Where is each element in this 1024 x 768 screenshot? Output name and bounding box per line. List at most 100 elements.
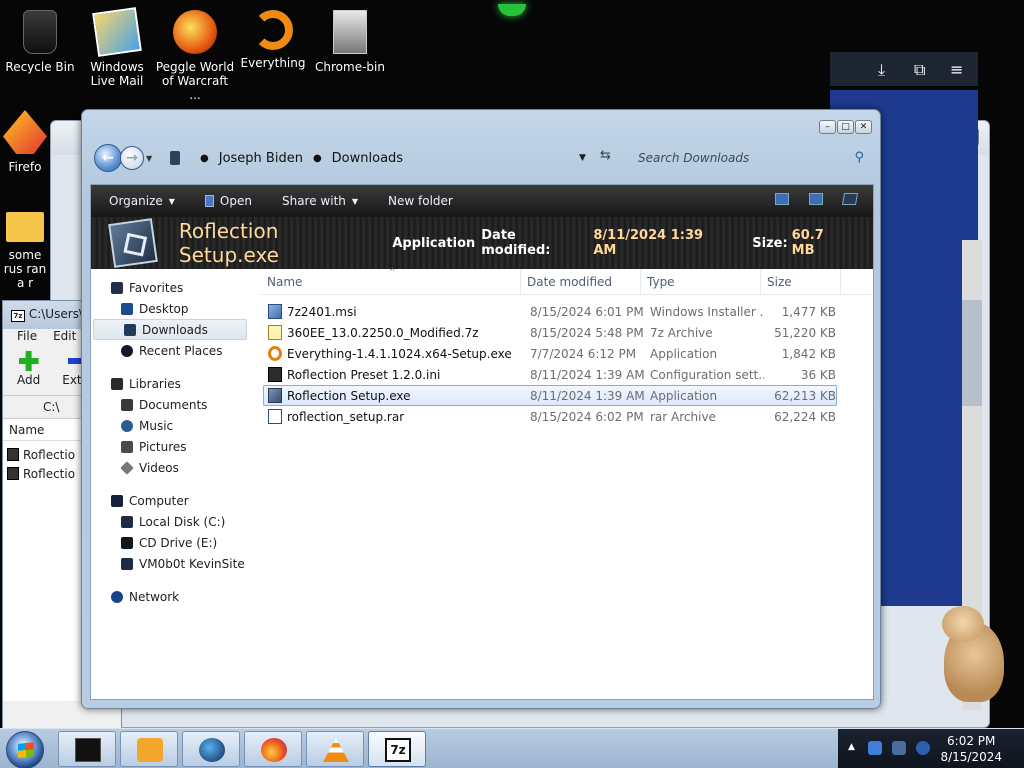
desktop-icon-peggle[interactable]: Peggle World of Warcraft ... xyxy=(155,4,235,102)
explorer-window[interactable]: – □ ✕ ← → ▼ ● Joseph Biden ● Downloads ▼… xyxy=(81,109,881,709)
nav-cd-drive[interactable]: CD Drive (E:) xyxy=(91,532,261,553)
desktop-icon-firefox[interactable]: Firefo xyxy=(0,104,50,174)
menu-edit[interactable]: Edit xyxy=(53,329,76,347)
taskbar-item-terminal[interactable] xyxy=(58,731,116,767)
cd-drive-icon xyxy=(121,536,133,549)
peggle-icon xyxy=(173,10,217,54)
downloads-icon xyxy=(124,323,136,336)
organize-button[interactable]: Organize ▼ xyxy=(109,194,175,208)
clock[interactable]: 6:02 PM 8/15/2024 xyxy=(940,733,1002,765)
desktop-icon-windows-live-mail[interactable]: Windows Live Mail xyxy=(77,4,157,88)
browser-scroll-thumb[interactable] xyxy=(962,300,982,406)
nav-favorites[interactable]: Favorites xyxy=(91,277,261,298)
close-button[interactable]: ✕ xyxy=(855,120,872,134)
nav-pictures[interactable]: Pictures xyxy=(91,436,261,457)
mail-icon xyxy=(92,7,142,57)
nav-documents[interactable]: Documents xyxy=(91,394,261,415)
media-player-icon xyxy=(137,738,163,762)
details-size-value: 60.7 MB xyxy=(791,228,824,258)
recent-pages-dropdown[interactable]: ▼ xyxy=(146,154,156,163)
nav-libraries[interactable]: Libraries xyxy=(91,373,261,394)
nav-music[interactable]: Music xyxy=(91,415,261,436)
nav-network-drive[interactable]: VM0b0t KevinSite xyxy=(91,553,261,574)
column-headers: ^ Name Date modified Type Size xyxy=(261,267,873,295)
nav-local-disk[interactable]: Local Disk (C:) xyxy=(91,511,261,532)
archive-file-icon xyxy=(268,325,282,340)
desktop-icon-folder[interactable]: some rus ran a r xyxy=(0,206,50,290)
taskbar-item-browser[interactable] xyxy=(182,731,240,767)
explorer-window-controls: – □ ✕ xyxy=(819,120,872,134)
navigation-buttons: ← → ▼ xyxy=(94,144,156,172)
wallpaper-glow xyxy=(498,4,526,16)
taskbar-item-firefox[interactable] xyxy=(244,731,302,767)
explorer-body: Organize ▼ Open Share with ▼ New folder xyxy=(90,184,874,700)
menu-file[interactable]: File xyxy=(17,329,37,347)
breadcrumb-downloads[interactable]: Downloads xyxy=(332,151,403,166)
nav-computer[interactable]: Computer xyxy=(91,490,261,511)
navigation-pane: Favorites Desktop Downloads Recent Place… xyxy=(91,269,261,699)
address-dropdown[interactable]: ▼ xyxy=(579,153,586,163)
tray-app-icon[interactable] xyxy=(868,741,882,755)
table-row[interactable]: roflection_setup.rar 8/15/2024 6:02 PM r… xyxy=(263,406,837,427)
back-button[interactable]: ← xyxy=(94,144,122,172)
desktop-icon-recycle-bin[interactable]: Recycle Bin xyxy=(0,4,80,74)
nav-videos[interactable]: Videos xyxy=(91,457,261,478)
chevron-up-icon[interactable]: ▲ xyxy=(848,742,855,752)
new-folder-button[interactable]: New folder xyxy=(388,194,453,208)
download-icon[interactable]: ⤓ xyxy=(878,60,885,80)
breadcrumb-user[interactable]: Joseph Biden xyxy=(219,151,303,166)
sevenzip-title: C:\Users\ xyxy=(28,307,83,321)
forward-button[interactable]: → xyxy=(120,146,144,170)
chevron-right-icon[interactable]: ● xyxy=(200,153,209,164)
table-row[interactable]: Roflection Preset 1.2.0.ini 8/11/2024 1:… xyxy=(263,364,837,385)
table-row[interactable]: 7z2401.msi 8/15/2024 6:01 PM Windows Ins… xyxy=(263,301,837,322)
taskbar-item-media-player[interactable] xyxy=(120,731,178,767)
volume-icon[interactable] xyxy=(916,741,930,755)
details-file-name: Roflection Setup.exe xyxy=(178,219,279,267)
chevron-down-icon: ▼ xyxy=(168,196,175,206)
open-button[interactable]: Open xyxy=(204,194,252,208)
start-button[interactable] xyxy=(6,731,44,768)
hamster-head xyxy=(942,606,984,642)
extensions-icon[interactable]: ⧉ xyxy=(914,60,925,80)
search-input[interactable]: Search Downloads ⚲ xyxy=(630,146,870,170)
address-bar[interactable]: ● Joseph Biden ● Downloads xyxy=(164,146,620,170)
help-icon[interactable] xyxy=(841,193,859,205)
column-type[interactable]: Type xyxy=(641,268,761,295)
column-size[interactable]: Size xyxy=(761,268,841,295)
share-with-button[interactable]: Share with ▼ xyxy=(282,194,358,208)
videos-icon xyxy=(120,460,134,475)
desktop-icon-label: some rus ran a r xyxy=(3,248,47,290)
chevron-down-icon: ▼ xyxy=(351,196,359,206)
details-file-type: Application xyxy=(392,235,476,251)
music-icon xyxy=(121,419,133,432)
search-icon[interactable]: ⚲ xyxy=(854,150,864,165)
column-date-modified[interactable]: Date modified xyxy=(521,268,641,295)
add-button[interactable]: Add xyxy=(17,351,40,395)
table-row[interactable]: 360EE_13.0.2250.0_Modified.7z 8/15/2024 … xyxy=(263,322,837,343)
chevron-right-icon[interactable]: ● xyxy=(313,153,322,164)
desktop-icon-everything[interactable]: Everything xyxy=(233,4,313,70)
taskbar-item-vlc[interactable] xyxy=(306,731,364,767)
file-icon xyxy=(7,448,19,461)
change-view-icon[interactable] xyxy=(775,193,789,205)
taskbar-item-7zip[interactable]: 7z xyxy=(368,731,426,767)
exe-file-icon xyxy=(268,388,282,403)
taskbar-items: 7z xyxy=(58,731,426,767)
maximize-button[interactable]: □ xyxy=(837,120,854,134)
nav-network[interactable]: Network xyxy=(91,586,261,607)
minimize-button[interactable]: – xyxy=(819,120,836,134)
desktop-icon-label: Peggle World of Warcraft ... xyxy=(155,60,235,102)
application-icon xyxy=(204,195,214,207)
menu-icon[interactable]: ≡ xyxy=(950,60,963,79)
table-row[interactable]: Everything-1.4.1.1024.x64-Setup.exe 7/7/… xyxy=(263,343,837,364)
hamster-gadget[interactable] xyxy=(936,602,1010,706)
table-row-selected[interactable]: Roflection Setup.exe 8/11/2024 1:39 AM A… xyxy=(263,385,837,406)
network-icon[interactable] xyxy=(892,741,906,755)
desktop-icon-chrome-bin[interactable]: Chrome-bin xyxy=(310,4,390,74)
nav-downloads[interactable]: Downloads xyxy=(93,319,247,340)
nav-desktop[interactable]: Desktop xyxy=(91,298,261,319)
refresh-icon[interactable]: ⇆ xyxy=(600,148,611,163)
nav-recent-places[interactable]: Recent Places xyxy=(91,340,261,361)
preview-pane-icon[interactable] xyxy=(809,193,823,205)
